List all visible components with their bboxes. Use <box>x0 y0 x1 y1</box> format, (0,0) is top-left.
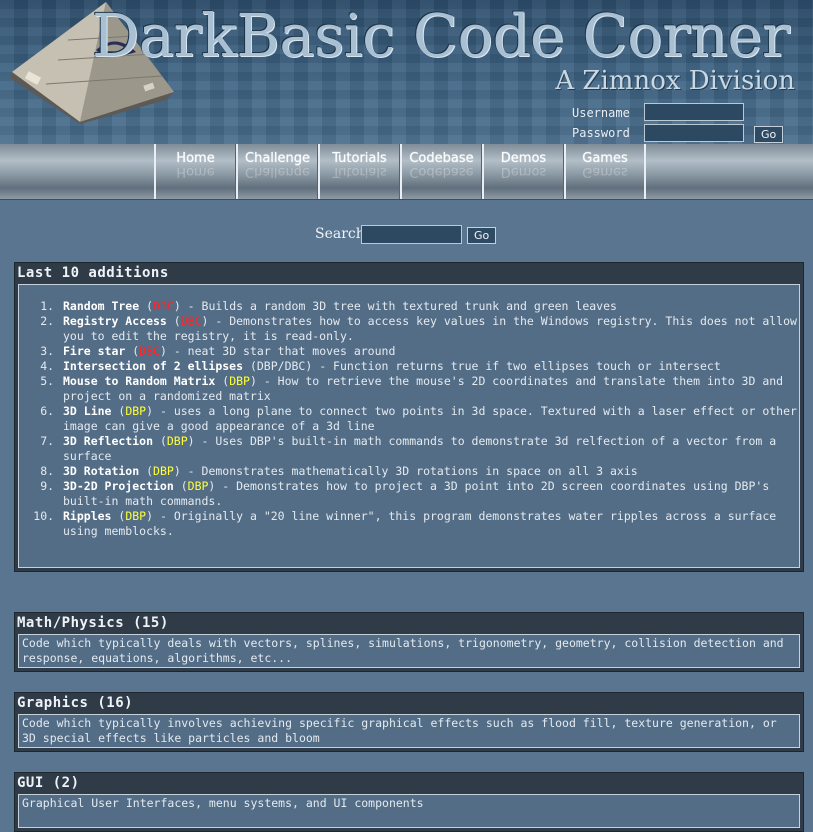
recent-item-tag: DBP <box>229 374 250 388</box>
recent-item-title[interactable]: Mouse to Random Matrix <box>63 374 215 388</box>
nav-challenge[interactable]: Challenge Challenge <box>236 144 318 199</box>
recent-item-tag: DBC <box>180 314 202 328</box>
recent-item-title[interactable]: 3D Line <box>63 404 111 418</box>
recent-item-tag: DBP <box>125 404 147 418</box>
site-header: DarkBasic Code Corner A Zimnox Division … <box>0 0 813 144</box>
nav-reflection: Games <box>582 164 628 179</box>
recent-additions-body: Random Tree (DBC) - Builds a random 3D t… <box>18 284 800 568</box>
nav-reflection: Codebase <box>409 164 474 179</box>
recent-item-tag: DBP/DBC <box>256 359 306 373</box>
recent-item-tag: DBP <box>166 434 188 448</box>
recent-item-title[interactable]: Random Tree <box>63 299 139 313</box>
recent-item-title[interactable]: 3D-2D Projection <box>63 479 174 493</box>
recent-additions-list: Random Tree (DBC) - Builds a random 3D t… <box>19 285 799 539</box>
recent-item-title[interactable]: Ripples <box>63 509 111 523</box>
recent-item-tag: DBP <box>187 479 209 493</box>
recent-item: 3D-2D Projection (DBP) - Demonstrates ho… <box>61 479 799 509</box>
login-go-button[interactable]: Go <box>754 126 784 143</box>
username-input[interactable] <box>644 103 744 121</box>
recent-item-title[interactable]: 3D Reflection <box>63 434 153 448</box>
nav-games[interactable]: Games Games <box>564 144 646 199</box>
search-go-button[interactable]: Go <box>467 227 497 244</box>
site-subtitle: A Zimnox Division <box>555 66 795 96</box>
category-body: Graphical User Interfaces, menu systems,… <box>18 794 800 828</box>
recent-item-title[interactable]: Fire star <box>63 344 125 358</box>
recent-item: Fire star (DBC) - neat 3D star that move… <box>61 344 799 359</box>
recent-item: Random Tree (DBC) - Builds a random 3D t… <box>61 299 799 314</box>
recent-item: Registry Access (DBC) - Demonstrates how… <box>61 314 799 344</box>
recent-item: 3D Line (DBP) - uses a long plane to con… <box>61 404 799 434</box>
recent-item-description: - Builds a random 3D tree with textured … <box>180 299 617 313</box>
nav-tutorials[interactable]: Tutorials Tutorials <box>318 144 400 199</box>
recent-item-title[interactable]: Registry Access <box>63 314 167 328</box>
nav-demos[interactable]: Demos Demos <box>482 144 564 199</box>
recent-item-tag: DBP <box>153 464 174 478</box>
nav-reflection: Tutorials <box>332 164 387 179</box>
username-label: Username <box>572 106 630 120</box>
site-title: DarkBasic Code Corner <box>92 1 790 70</box>
nav-reflection: Demos <box>500 164 547 179</box>
recent-item-title[interactable]: Intersection of 2 ellipses <box>63 359 243 373</box>
search-input[interactable] <box>361 225 462 244</box>
nav-home[interactable]: Home Home <box>154 144 236 199</box>
recent-item-description: - Originally a "20 line winner", this pr… <box>63 509 777 538</box>
recent-item-title[interactable]: 3D Rotation <box>63 464 139 478</box>
recent-item-tag: DBC <box>139 344 160 358</box>
nav-reflection: Challenge <box>245 164 310 179</box>
category-body: Code which typically involves achieving … <box>18 714 800 748</box>
category-title[interactable]: Math/Physics (15) <box>15 613 803 633</box>
main-nav: Home Home Challenge Challenge Tutorials … <box>0 144 813 200</box>
category-description: Code which typically deals with vectors,… <box>22 636 784 665</box>
recent-item-description: - uses a long plane to connect two point… <box>63 404 797 433</box>
recent-item: Ripples (DBP) - Originally a "20 line wi… <box>61 509 799 539</box>
category-panel-gui: GUI (2) Graphical User Interfaces, menu … <box>14 772 804 832</box>
category-description: Code which typically involves achieving … <box>22 716 777 745</box>
category-panel-math-physics: Math/Physics (15) Code which typically d… <box>14 612 804 672</box>
recent-additions-panel: Last 10 additions Random Tree (DBC) - Bu… <box>14 262 804 572</box>
category-panel-graphics: Graphics (16) Code which typically invol… <box>14 692 804 752</box>
recent-item-description: - neat 3D star that moves around <box>166 344 396 358</box>
password-input[interactable] <box>644 124 744 142</box>
category-title[interactable]: GUI (2) <box>15 773 803 793</box>
category-description: Graphical User Interfaces, menu systems,… <box>22 796 424 810</box>
password-label: Password <box>572 126 630 140</box>
recent-item-tag: DBP <box>125 509 147 523</box>
recent-item: 3D Rotation (DBP) - Demonstrates mathema… <box>61 464 799 479</box>
recent-item-tag: DBC <box>153 299 174 313</box>
recent-item: Intersection of 2 ellipses (DBP/DBC) - F… <box>61 359 799 374</box>
recent-additions-title: Last 10 additions <box>17 265 169 281</box>
recent-item: Mouse to Random Matrix (DBP) - How to re… <box>61 374 799 404</box>
recent-item-description: - Demonstrates mathematically 3D rotatio… <box>180 464 638 478</box>
search-label: Search <box>315 226 365 242</box>
recent-item-description: - Demonstrates how to access key values … <box>63 314 797 343</box>
nav-codebase[interactable]: Codebase Codebase <box>400 144 482 199</box>
nav-reflection: Home <box>176 164 215 179</box>
category-body: Code which typically deals with vectors,… <box>18 634 800 668</box>
recent-item: 3D Reflection (DBP) - Uses DBP's built-i… <box>61 434 799 464</box>
category-title[interactable]: Graphics (16) <box>15 693 803 713</box>
recent-item-description: - Function returns true if two ellipses … <box>312 359 721 373</box>
